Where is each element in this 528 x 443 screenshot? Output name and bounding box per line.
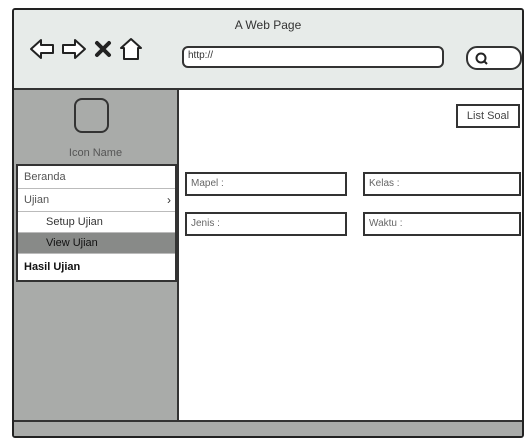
sidebar-item-ujian[interactable]: Ujian › xyxy=(18,189,175,212)
chevron-right-icon: › xyxy=(167,193,171,207)
close-icon[interactable] xyxy=(93,39,113,59)
sidebar: Icon Name Beranda Ujian › Setup Ujian Vi… xyxy=(14,90,179,420)
sidebar-menu: Beranda Ujian › Setup Ujian View Ujian H… xyxy=(16,164,177,282)
sidebar-item-label: Beranda xyxy=(24,171,66,183)
browser-window: A Web Page http:// Icon Name Beranda Uji… xyxy=(12,8,524,438)
sidebar-item-setup-ujian[interactable]: Setup Ujian xyxy=(18,212,175,233)
sidebar-item-hasil-ujian[interactable]: Hasil Ujian xyxy=(18,254,175,280)
sidebar-item-label: View Ujian xyxy=(46,237,98,249)
mapel-field[interactable]: Mapel : xyxy=(185,172,347,196)
nav-controls xyxy=(29,37,143,61)
browser-toolbar: A Web Page http:// xyxy=(14,10,522,90)
sidebar-item-label: Hasil Ujian xyxy=(24,261,81,273)
avatar xyxy=(74,98,109,133)
url-input[interactable]: http:// xyxy=(182,46,444,68)
status-bar xyxy=(14,420,522,436)
main-content: List Soal Mapel : Kelas : Jenis : Waktu … xyxy=(179,90,522,420)
sidebar-item-label: Setup Ujian xyxy=(46,216,103,228)
back-arrow-icon[interactable] xyxy=(29,37,55,61)
home-icon[interactable] xyxy=(119,37,143,61)
sidebar-item-beranda[interactable]: Beranda xyxy=(18,166,175,189)
list-soal-button[interactable]: List Soal xyxy=(456,104,520,128)
kelas-field[interactable]: Kelas : xyxy=(363,172,521,196)
icon-name-label: Icon Name xyxy=(68,147,123,159)
sidebar-item-label: Ujian xyxy=(24,194,50,206)
sidebar-item-view-ujian[interactable]: View Ujian xyxy=(18,233,175,254)
forward-arrow-icon[interactable] xyxy=(61,37,87,61)
waktu-field[interactable]: Waktu : xyxy=(363,212,521,236)
search-box[interactable] xyxy=(466,46,522,70)
jenis-field[interactable]: Jenis : xyxy=(185,212,347,236)
window-title: A Web Page xyxy=(234,18,302,32)
